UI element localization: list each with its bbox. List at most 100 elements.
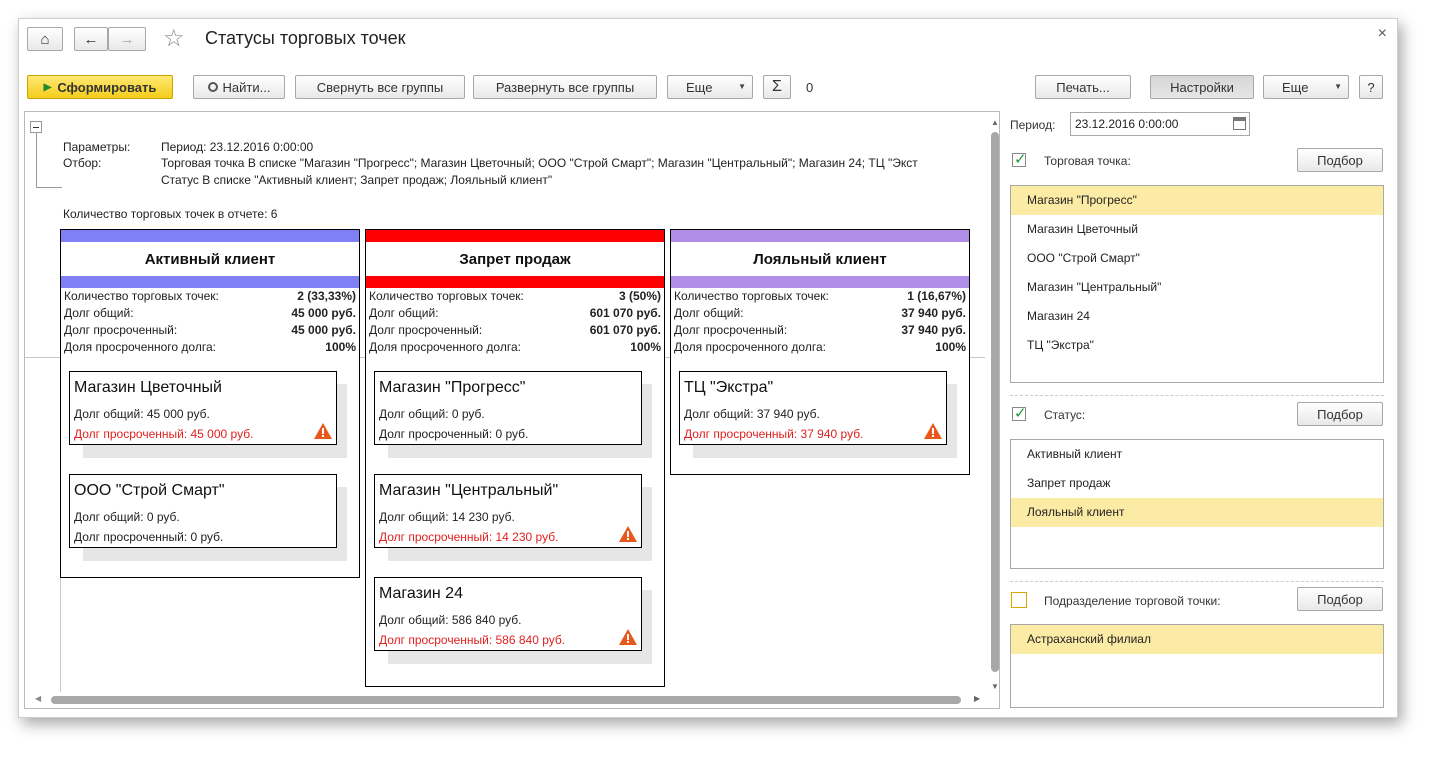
- debt-overdue: Долг просроченный: 14 230 руб.: [379, 530, 559, 544]
- chevron-down-icon: ▼: [738, 82, 746, 91]
- division-pick-button[interactable]: Подбор: [1297, 587, 1383, 611]
- collapse-all-button[interactable]: Свернуть все группы: [295, 75, 465, 99]
- filter-label: Отбор:: [63, 156, 102, 170]
- panel-divider: [1010, 395, 1384, 396]
- vertical-scrollbar[interactable]: [991, 132, 999, 672]
- outlet-card[interactable]: ТЦ "Экстра" Долг общий: 37 940 руб. Долг…: [679, 371, 947, 445]
- outlet-card[interactable]: Магазин "Прогресс" Долг общий: 0 руб. До…: [374, 371, 642, 445]
- params-period: Период: 23.12.2016 0:00:00: [161, 140, 314, 154]
- search-icon: [207, 82, 218, 92]
- status-title: Запрет продаж: [459, 250, 571, 268]
- outlet-card[interactable]: Магазин Цветочный Долг общий: 45 000 руб…: [69, 371, 337, 445]
- scroll-down-icon[interactable]: ▼: [991, 682, 999, 691]
- tree-line: [36, 187, 62, 188]
- arrow-right-icon: →: [119, 30, 135, 48]
- period-label: Период:: [1010, 118, 1056, 132]
- scroll-up-icon[interactable]: ▲: [991, 118, 999, 127]
- outlet-name: Магазин "Центральный": [379, 482, 559, 499]
- calendar-icon[interactable]: [1233, 117, 1246, 130]
- stat-row-debt-overdue: Долг просроченный: 601 070 руб.: [369, 323, 661, 337]
- stat-row-count: Количество торговых точек: 2 (33,33%): [64, 289, 356, 303]
- stat-row-share: Доля просроченного долга: 100%: [674, 340, 966, 354]
- find-button[interactable]: Найти...: [193, 75, 285, 99]
- chevron-down-icon: ▼: [1334, 82, 1342, 91]
- stat-row-debt-total: Долг общий: 45 000 руб.: [64, 306, 356, 320]
- help-button[interactable]: ?: [1359, 75, 1383, 99]
- window-title: Статусы торговых точек: [205, 28, 406, 48]
- home-button[interactable]: ⌂: [27, 27, 63, 51]
- outlet-pick-button[interactable]: Подбор: [1297, 148, 1383, 172]
- outlet-count: Количество торговых точек в отчете: 6: [63, 207, 278, 221]
- list-item[interactable]: Магазин "Центральный": [1011, 273, 1383, 302]
- division-filter-checkbox[interactable]: [1011, 592, 1027, 608]
- outlet-card[interactable]: Магазин "Центральный" Долг общий: 14 230…: [374, 474, 642, 548]
- list-item[interactable]: Магазин Цветочный: [1011, 215, 1383, 244]
- outlet-card[interactable]: ООО "Строй Смарт" Долг общий: 0 руб. Дол…: [69, 474, 337, 548]
- stat-row-count: Количество торговых точек: 1 (16,67%): [674, 289, 966, 303]
- favorite-star-icon[interactable]: ☆: [163, 24, 185, 53]
- more-menu-button[interactable]: Еще ▼: [667, 75, 753, 99]
- sum-button[interactable]: Σ: [763, 75, 791, 99]
- stat-row-debt-total: Долг общий: 601 070 руб.: [369, 306, 661, 320]
- debt-total: Долг общий: 586 840 руб.: [379, 613, 522, 627]
- status-filter-label: Статус:: [1044, 408, 1086, 422]
- close-icon[interactable]: ×: [1378, 25, 1387, 43]
- outlet-name: Магазин 24: [379, 585, 463, 602]
- list-item[interactable]: Лояльный клиент: [1011, 498, 1383, 527]
- status-color-bar: [366, 276, 664, 288]
- status-color-bar: [366, 230, 664, 242]
- division-filter-label: Подразделение торговой точки:: [1044, 594, 1221, 608]
- status-color-bar: [671, 230, 969, 242]
- tree-line: [36, 133, 37, 187]
- filter-line-1: Торговая точка В списке "Магазин "Прогре…: [161, 156, 918, 170]
- warning-icon: [924, 423, 942, 439]
- outlet-card[interactable]: Магазин 24 Долг общий: 586 840 руб. Долг…: [374, 577, 642, 651]
- generate-button[interactable]: ▶ Сформировать: [27, 75, 173, 99]
- debt-overdue: Долг просроченный: 586 840 руб.: [379, 633, 566, 647]
- period-input[interactable]: 23.12.2016 0:00:00: [1070, 112, 1250, 136]
- collapse-toggle-icon[interactable]: [30, 121, 42, 133]
- debt-total: Долг общий: 0 руб.: [74, 510, 180, 524]
- expand-all-button[interactable]: Развернуть все группы: [473, 75, 657, 99]
- back-button[interactable]: ←: [74, 27, 108, 51]
- forward-button[interactable]: →: [108, 27, 146, 51]
- outlet-filter-checkbox[interactable]: [1012, 150, 1027, 168]
- list-item[interactable]: Магазин "Прогресс": [1011, 186, 1383, 215]
- warning-icon: [314, 423, 332, 439]
- settings-button[interactable]: Настройки: [1150, 75, 1254, 99]
- list-item[interactable]: Активный клиент: [1011, 440, 1383, 469]
- outlet-filter-label: Торговая точка:: [1044, 154, 1131, 168]
- outlet-name: ООО "Строй Смарт": [74, 482, 225, 499]
- stat-row-debt-overdue: Долг просроченный: 45 000 руб.: [64, 323, 356, 337]
- filter-line-2: Статус В списке "Активный клиент; Запрет…: [161, 173, 553, 187]
- more-menu-button-2[interactable]: Еще ▼: [1263, 75, 1349, 99]
- debt-overdue: Долг просроченный: 45 000 руб.: [74, 427, 254, 441]
- scroll-right-icon[interactable]: ▶: [974, 694, 980, 703]
- params-label: Параметры:: [63, 140, 131, 154]
- division-list: Астраханский филиал: [1010, 624, 1384, 708]
- status-title: Активный клиент: [144, 250, 276, 268]
- print-button[interactable]: Печать...: [1035, 75, 1131, 99]
- horizontal-scrollbar[interactable]: [51, 696, 961, 704]
- outlet-name: Магазин "Прогресс": [379, 379, 526, 396]
- list-item[interactable]: Запрет продаж: [1011, 469, 1383, 498]
- debt-total: Долг общий: 45 000 руб.: [74, 407, 210, 421]
- list-item[interactable]: Астраханский филиал: [1011, 625, 1383, 654]
- report-window: ⌂ ← → ☆ Статусы торговых точек × ▶ Сформ…: [18, 18, 1398, 718]
- warning-icon: [619, 629, 637, 645]
- scroll-left-icon[interactable]: ◀: [35, 694, 41, 703]
- list-item[interactable]: ТЦ "Экстра": [1011, 331, 1383, 360]
- outlet-name: Магазин Цветочный: [74, 379, 222, 396]
- debt-overdue: Долг просроченный: 0 руб.: [379, 427, 529, 441]
- warning-icon: [619, 526, 637, 542]
- list-item[interactable]: ООО "Строй Смарт": [1011, 244, 1383, 273]
- panel-divider: [1010, 581, 1384, 582]
- stat-row-debt-overdue: Долг просроченный: 37 940 руб.: [674, 323, 966, 337]
- status-list: Активный клиент Запрет продаж Лояльный к…: [1010, 439, 1384, 569]
- sum-value: 0: [806, 80, 814, 95]
- list-item[interactable]: Магазин 24: [1011, 302, 1383, 331]
- status-pick-button[interactable]: Подбор: [1297, 402, 1383, 426]
- status-filter-checkbox[interactable]: [1012, 404, 1027, 422]
- debt-total: Долг общий: 0 руб.: [379, 407, 485, 421]
- debt-total: Долг общий: 14 230 руб.: [379, 510, 515, 524]
